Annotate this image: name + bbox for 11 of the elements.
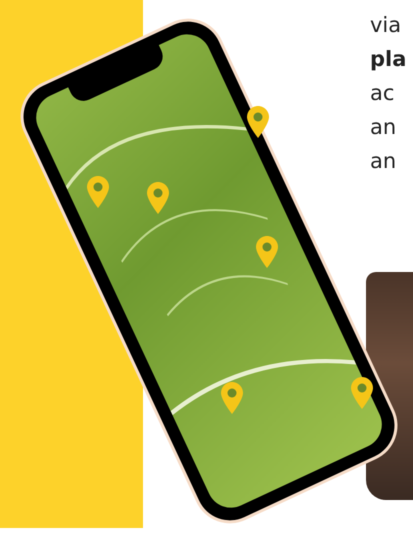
map-pin-icon — [256, 236, 278, 268]
text-line: an — [370, 148, 398, 175]
text-line: pla — [370, 46, 406, 73]
text-line: an — [370, 114, 398, 141]
map-pin-icon — [147, 182, 169, 214]
map-pin-icon — [87, 176, 109, 208]
text-line: via — [370, 12, 402, 39]
map-pin-icon — [351, 377, 373, 409]
map-pin-icon — [221, 382, 243, 414]
map-pin-icon — [247, 106, 269, 138]
text-line: ac — [370, 80, 396, 107]
